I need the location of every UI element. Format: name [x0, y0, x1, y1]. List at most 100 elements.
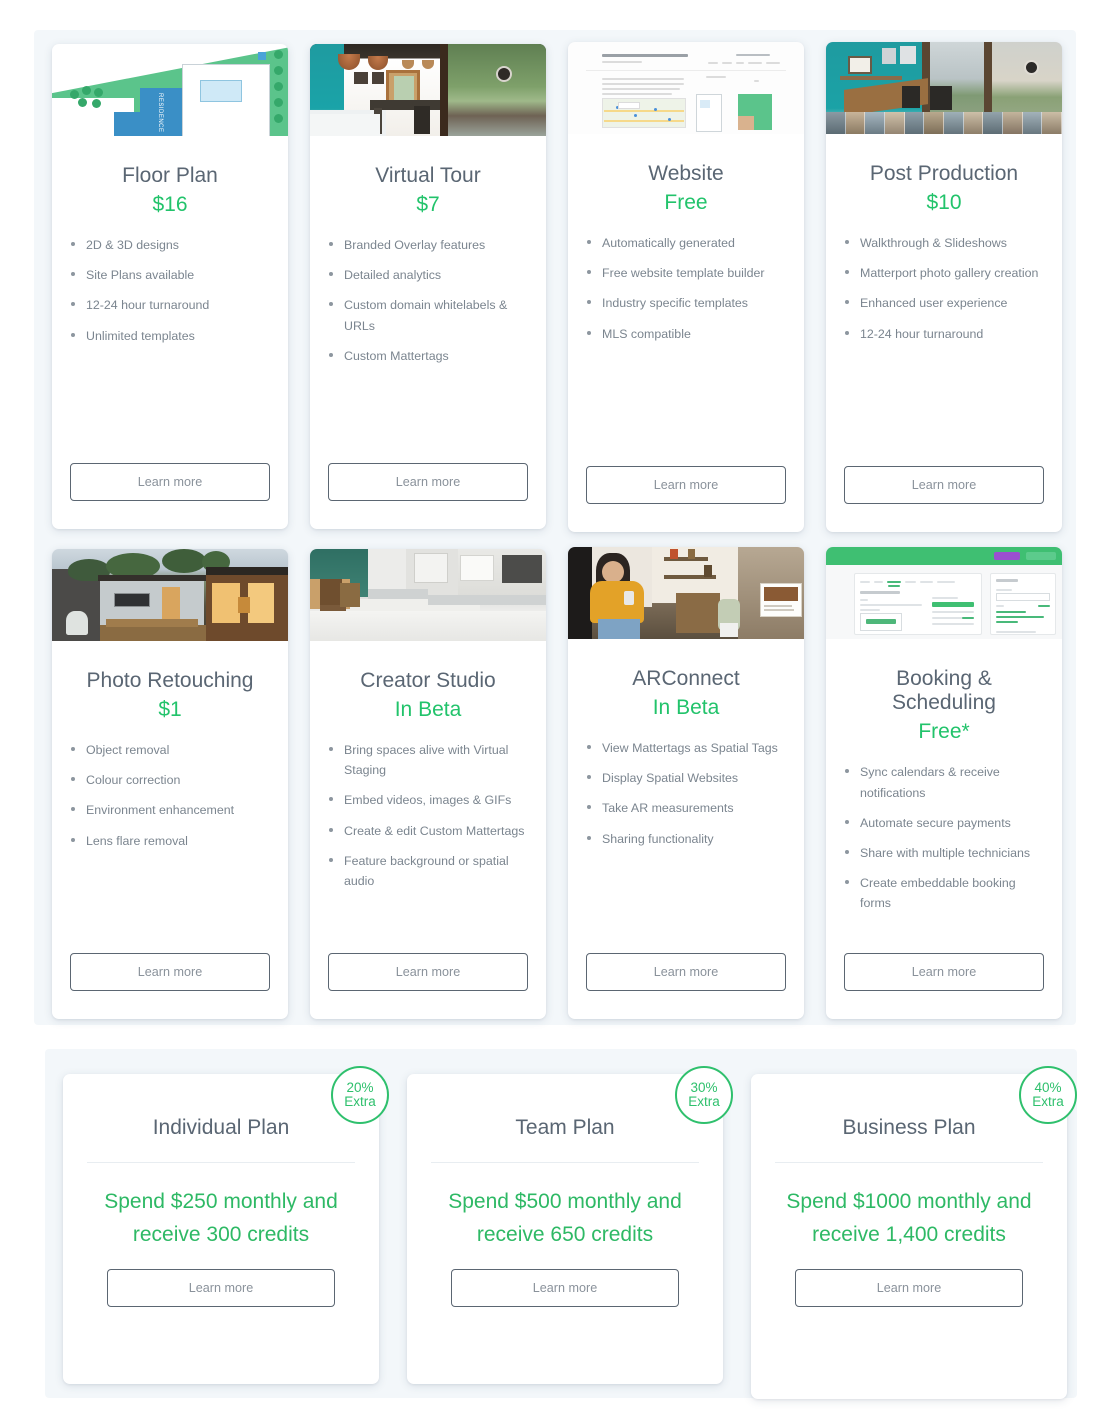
kitchen-interior-photo-thumbnail [310, 44, 546, 136]
learn-more-button[interactable]: Learn more [328, 463, 528, 501]
feature-item: Automatically generated [586, 233, 786, 253]
service-price: In Beta [652, 696, 720, 720]
badge-percent: 20% [346, 1079, 374, 1095]
badge-label: Extra [344, 1094, 376, 1109]
feature-item: Unlimited templates [70, 326, 270, 346]
house-exterior-dusk-photo-thumbnail [52, 549, 288, 641]
feature-item: Create embeddable booking forms [844, 873, 1044, 913]
photo-filmstrip [826, 112, 1062, 134]
plan-card-business[interactable]: Business Plan Spend $1000 monthly and re… [751, 1074, 1067, 1399]
feature-item: Share with multiple technicians [844, 843, 1044, 863]
service-feature-list: View Mattertags as Spatial Tags Display … [586, 738, 786, 858]
feature-item: Automate secure payments [844, 813, 1044, 833]
service-card-creator-studio[interactable]: Creator Studio In Beta Bring spaces aliv… [310, 549, 546, 1019]
service-price: Free [664, 191, 708, 215]
booking-dashboard-screenshot-thumbnail [826, 547, 1062, 639]
service-title: Post Production [869, 162, 1019, 185]
service-card-photo-retouching[interactable]: Photo Retouching $1 Object removal Colou… [52, 549, 288, 1019]
service-feature-list: 2D & 3D designs Site Plans available 12-… [70, 235, 270, 355]
service-price: Free* [918, 720, 970, 744]
badge-percent: 40% [1034, 1079, 1062, 1095]
learn-more-button[interactable]: Learn more [70, 953, 270, 991]
plan-title: Business Plan [775, 1116, 1043, 1163]
service-title: Website [648, 162, 724, 185]
service-feature-list: Branded Overlay features Detailed analyt… [328, 235, 528, 375]
service-title: Creator Studio [360, 669, 496, 692]
badge-percent: 30% [690, 1079, 718, 1095]
feature-item: Matterport photo gallery creation [844, 263, 1044, 283]
service-price: $7 [416, 193, 440, 217]
service-feature-list: Sync calendars & receive notifications A… [844, 762, 1044, 923]
plan-title: Team Plan [431, 1116, 699, 1163]
learn-more-button[interactable]: Learn more [586, 953, 786, 991]
plan-badge-individual: 20% Extra [331, 1066, 389, 1124]
service-feature-list: Bring spaces alive with Virtual Staging … [328, 740, 528, 901]
service-price: $16 [152, 193, 188, 217]
service-title: ARConnect [632, 667, 740, 690]
feature-item: Object removal [70, 740, 270, 760]
service-price: $10 [926, 191, 962, 215]
feature-item: Display Spatial Websites [586, 768, 786, 788]
service-price: In Beta [394, 698, 462, 722]
learn-more-button[interactable]: Learn more [844, 466, 1044, 504]
feature-item: Create & edit Custom Mattertags [328, 821, 528, 841]
service-title: Floor Plan [122, 164, 218, 187]
feature-item: 2D & 3D designs [70, 235, 270, 255]
learn-more-button[interactable]: Learn more [586, 466, 786, 504]
learn-more-button[interactable]: Learn more [328, 953, 528, 991]
service-card-virtual-tour[interactable]: Virtual Tour $7 Branded Overlay features… [310, 44, 546, 529]
learn-more-button[interactable]: Learn more [107, 1269, 335, 1308]
staged-kitchen-photo-thumbnail [310, 549, 546, 641]
feature-item: Embed videos, images & GIFs [328, 790, 528, 810]
feature-item: 12-24 hour turnaround [70, 295, 270, 315]
service-card-floor-plan[interactable]: RESIDENCE Floor Plan $16 2D & 3D designs… [52, 44, 288, 529]
service-card-arconnect[interactable]: ARConnect In Beta View Mattertags as Spa… [568, 547, 804, 1019]
website-preview-screenshot-thumbnail [568, 42, 804, 134]
service-title: Booking & Scheduling [892, 667, 996, 715]
feature-item: Lens flare removal [70, 831, 270, 851]
feature-item: Sharing functionality [586, 829, 786, 849]
plan-description: Spend $1000 monthly and receive 1,400 cr… [786, 1190, 1032, 1247]
feature-item: Bring spaces alive with Virtual Staging [328, 740, 528, 780]
feature-item: Take AR measurements [586, 798, 786, 818]
feature-item: Colour correction [70, 770, 270, 790]
feature-item: Environment enhancement [70, 800, 270, 820]
dining-room-photo-gallery-thumbnail [826, 42, 1062, 134]
feature-item: Industry specific templates [586, 293, 786, 313]
learn-more-button[interactable]: Learn more [451, 1269, 679, 1308]
plan-card-individual[interactable]: Individual Plan Spend $250 monthly and r… [63, 1074, 379, 1384]
feature-item: Enhanced user experience [844, 293, 1044, 313]
feature-item: Site Plans available [70, 265, 270, 285]
learn-more-button[interactable]: Learn more [795, 1269, 1023, 1308]
pricing-page: RESIDENCE Floor Plan $16 2D & 3D designs… [0, 0, 1108, 1413]
feature-item: MLS compatible [586, 324, 786, 344]
learn-more-button[interactable]: Learn more [70, 463, 270, 501]
feature-item: Walkthrough & Slideshows [844, 233, 1044, 253]
service-feature-list: Automatically generated Free website tem… [586, 233, 786, 353]
feature-item: Detailed analytics [328, 265, 528, 285]
feature-item: Feature background or spatial audio [328, 851, 528, 891]
feature-item: 12-24 hour turnaround [844, 324, 1044, 344]
badge-label: Extra [1032, 1094, 1064, 1109]
service-card-post-production[interactable]: Post Production $10 Walkthrough & Slides… [826, 42, 1062, 532]
learn-more-button[interactable]: Learn more [844, 953, 1044, 991]
plan-title: Individual Plan [87, 1116, 355, 1163]
plan-card-team[interactable]: Team Plan Spend $500 monthly and receive… [407, 1074, 723, 1384]
badge-label: Extra [688, 1094, 720, 1109]
plan-badge-business: 40% Extra [1019, 1066, 1077, 1124]
service-card-booking-scheduling[interactable]: Booking & Scheduling Free* Sync calendar… [826, 547, 1062, 1019]
service-card-website[interactable]: Website Free Automatically generated Fre… [568, 42, 804, 532]
feature-item: Branded Overlay features [328, 235, 528, 255]
service-title: Virtual Tour [375, 164, 481, 187]
feature-item: Custom Mattertags [328, 346, 528, 366]
plan-description: Spend $250 monthly and receive 300 credi… [104, 1190, 338, 1247]
site-plan-illustration-thumbnail: RESIDENCE [52, 44, 288, 136]
feature-item: Sync calendars & receive notifications [844, 762, 1044, 802]
plans-section: Individual Plan Spend $250 monthly and r… [45, 1049, 1077, 1399]
feature-item: View Mattertags as Spatial Tags [586, 738, 786, 758]
service-price: $1 [158, 698, 182, 722]
plan-badge-team: 30% Extra [675, 1066, 733, 1124]
services-section: RESIDENCE Floor Plan $16 2D & 3D designs… [34, 30, 1076, 1025]
woman-with-phone-photo-thumbnail [568, 547, 804, 639]
service-title: Photo Retouching [86, 669, 254, 692]
